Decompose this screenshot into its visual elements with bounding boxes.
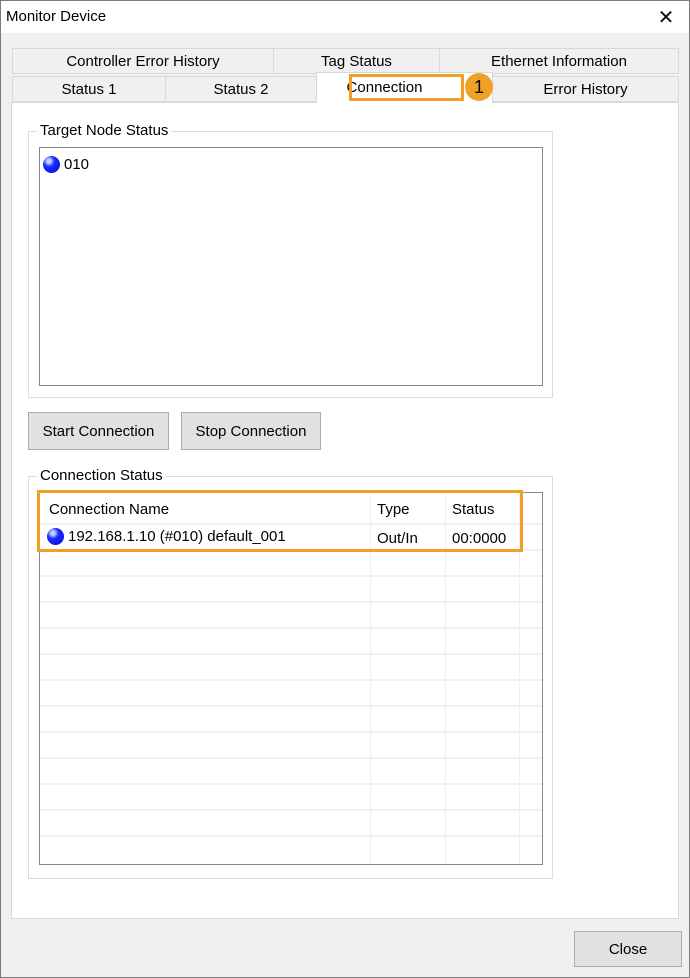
row-divider (40, 679, 542, 681)
close-button[interactable]: Close (574, 931, 682, 967)
button-label: Close (608, 940, 648, 958)
tab-status-1[interactable]: Status 1 (12, 76, 166, 102)
tab-label: Error History (543, 80, 628, 98)
target-node-item[interactable]: 010 (43, 156, 89, 173)
row-divider (40, 731, 542, 733)
target-node-status-group: Target Node Status 010 (28, 122, 553, 398)
connection-name: 192.168.1.10 (#010) default_001 (68, 528, 286, 545)
button-label: Stop Connection (195, 422, 307, 440)
blue-status-dot-icon (47, 528, 64, 545)
tab-label: Controller Error History (66, 52, 220, 70)
tab-status-2[interactable]: Status 2 (165, 76, 317, 102)
row-divider (40, 705, 542, 707)
blue-status-dot-icon (43, 156, 60, 173)
stop-connection-button[interactable]: Stop Connection (181, 412, 321, 450)
tab-controller-error-history[interactable]: Controller Error History (12, 48, 274, 74)
row-divider (40, 601, 542, 603)
row-divider (40, 549, 542, 551)
target-node-list[interactable]: 010 (39, 147, 543, 386)
tab-ethernet-information[interactable]: Ethernet Information (439, 48, 679, 74)
connection-status-title: Connection Status (37, 467, 166, 484)
row-divider (40, 757, 542, 759)
column-header-connection-name[interactable]: Connection Name (49, 501, 169, 518)
tab-tag-status[interactable]: Tag Status (273, 48, 440, 74)
start-connection-button[interactable]: Start Connection (28, 412, 169, 450)
tab-label: Tag Status (321, 52, 392, 70)
row-divider (40, 575, 542, 577)
row-divider (40, 809, 542, 811)
connection-status-group: Connection Status Connection Name Type S… (28, 467, 553, 879)
row-divider (40, 627, 542, 629)
connection-type-cell: Out/In (377, 530, 418, 547)
title-bar: Monitor Device ✕ (1, 1, 689, 33)
connection-status-cell: 00:0000 (452, 530, 507, 547)
tab-label: Status 1 (61, 80, 117, 98)
target-node-status-title: Target Node Status (37, 122, 172, 139)
monitor-device-dialog: Monitor Device ✕ Controller Error Histor… (0, 0, 690, 978)
column-header-type[interactable]: Type (377, 501, 410, 518)
row-divider (40, 783, 542, 785)
connection-status-table[interactable]: Connection Name Type Status 192.168.1.10… (39, 492, 543, 865)
button-label: Start Connection (42, 422, 155, 440)
tab-label: Ethernet Information (491, 52, 627, 70)
column-header-status[interactable]: Status (452, 501, 495, 518)
row-divider (40, 653, 542, 655)
tab-label: Connection (346, 79, 423, 96)
row-divider (40, 835, 542, 837)
close-icon[interactable]: ✕ (643, 1, 689, 33)
connection-tab-panel: Target Node Status 010 Start Connection … (11, 102, 679, 919)
tab-error-history[interactable]: Error History (492, 76, 679, 102)
tab-label: Status 2 (213, 80, 269, 98)
node-label: 010 (64, 156, 90, 173)
row-divider (40, 523, 542, 525)
window-title: Monitor Device (6, 8, 107, 25)
step-badge: 1 (465, 73, 493, 101)
connection-name-cell: 192.168.1.10 (#010) default_001 (47, 528, 286, 545)
